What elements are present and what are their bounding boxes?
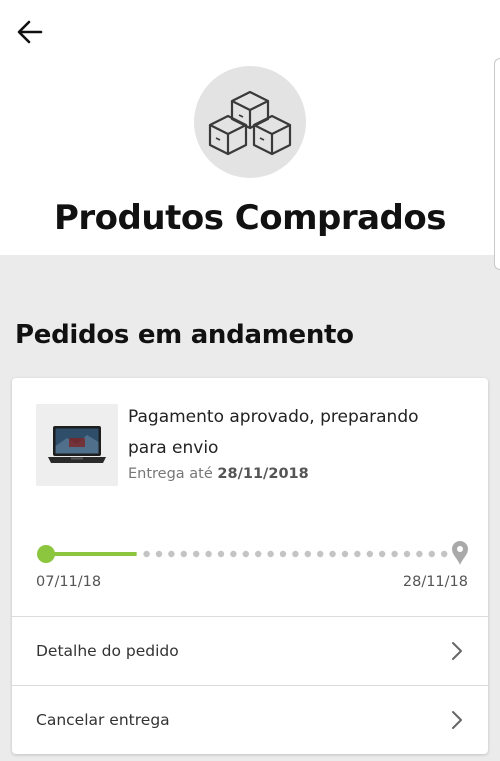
arrow-left-icon bbox=[17, 20, 43, 44]
cancel-delivery-label: Cancelar entrega bbox=[36, 711, 170, 729]
progress-dot bbox=[168, 550, 175, 558]
progress-dot bbox=[317, 550, 324, 558]
scroll-edge bbox=[494, 58, 500, 270]
product-thumbnail[interactable] bbox=[36, 404, 118, 486]
progress-dot bbox=[279, 550, 287, 558]
back-button[interactable] bbox=[12, 14, 48, 50]
progress-dot bbox=[304, 550, 311, 558]
order-detail-row[interactable]: Detalhe do pedido bbox=[12, 616, 488, 685]
progress-dot bbox=[366, 550, 373, 558]
progress-dot bbox=[341, 550, 349, 558]
progress-dot bbox=[143, 550, 150, 558]
progress-dot bbox=[242, 550, 249, 558]
progress-dot bbox=[267, 550, 274, 558]
progress-dot bbox=[329, 550, 336, 558]
progress-end-date: 28/11/18 bbox=[402, 574, 468, 590]
progress-dot bbox=[354, 550, 361, 558]
progress-dot bbox=[155, 550, 163, 558]
chevron-right-icon bbox=[452, 711, 462, 729]
progress-start-dot bbox=[37, 545, 55, 563]
map-pin-icon bbox=[452, 541, 468, 565]
laptop-thumbnail bbox=[48, 426, 106, 463]
page-title: Produtos Comprados bbox=[54, 198, 447, 238]
progress-dot bbox=[416, 550, 423, 558]
progress-start-date: 07/11/18 bbox=[36, 574, 102, 590]
progress-dot bbox=[255, 550, 262, 558]
order-status: Pagamento aprovado, preparando para envi… bbox=[128, 407, 419, 458]
hero-illustration bbox=[194, 66, 306, 178]
section-title: Pedidos em andamento bbox=[15, 320, 354, 350]
chevron-right-icon bbox=[452, 642, 462, 660]
cancel-delivery-row[interactable]: Cancelar entrega bbox=[12, 685, 488, 754]
progress-dot bbox=[379, 550, 386, 558]
progress-dot bbox=[217, 550, 225, 558]
progress-dot bbox=[292, 550, 299, 558]
progress-dot bbox=[403, 550, 411, 558]
progress-dot bbox=[391, 550, 398, 558]
delivery-estimate: Entrega até 28/11/2018 bbox=[128, 466, 309, 482]
progress-dot bbox=[180, 550, 187, 558]
order-card: Pagamento aprovado, preparando para envi… bbox=[12, 378, 488, 754]
progress-dot bbox=[193, 550, 200, 558]
delivery-progress bbox=[37, 541, 468, 565]
delivery-prefix: Entrega até bbox=[128, 466, 213, 482]
page-header: Produtos Comprados bbox=[0, 0, 500, 255]
delivery-date: 28/11/2018 bbox=[217, 466, 309, 482]
progress-dot bbox=[205, 550, 212, 558]
progress-dot bbox=[441, 550, 448, 558]
progress-dot bbox=[428, 550, 435, 558]
boxes-icon bbox=[208, 90, 292, 156]
order-detail-label: Detalhe do pedido bbox=[36, 642, 179, 660]
progress-dot bbox=[230, 550, 237, 558]
map-pin-hole bbox=[457, 546, 463, 552]
